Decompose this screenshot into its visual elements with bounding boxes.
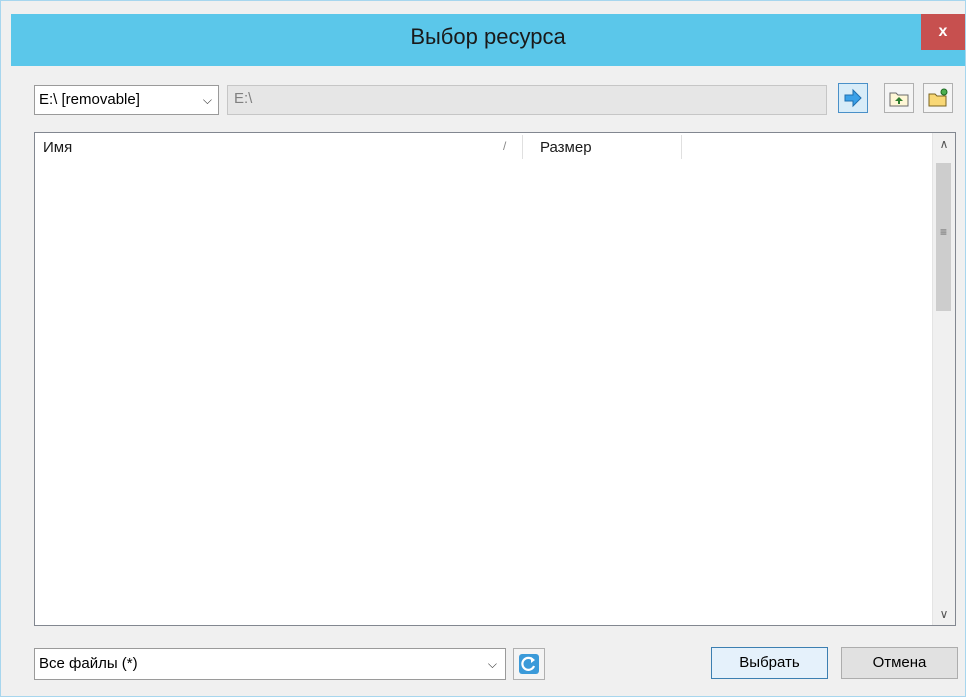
column-size-header[interactable]: Размер bbox=[540, 139, 592, 156]
path-input[interactable]: E:\ bbox=[227, 85, 827, 115]
filter-select-value: Все файлы (*) bbox=[39, 655, 138, 672]
sort-indicator-icon: / bbox=[503, 139, 507, 153]
select-button[interactable]: Выбрать bbox=[711, 647, 828, 679]
vertical-scrollbar[interactable]: ∧ ≡ ∨ bbox=[932, 133, 955, 625]
file-list-header: Имя / Размер bbox=[35, 133, 932, 162]
scroll-grip-icon: ≡ bbox=[939, 225, 947, 239]
title-bar[interactable]: Выбор ресурса x bbox=[11, 14, 965, 66]
new-folder-icon bbox=[928, 88, 948, 107]
refresh-icon bbox=[519, 654, 539, 674]
arrow-right-icon bbox=[844, 88, 862, 108]
close-button[interactable]: x bbox=[921, 14, 965, 50]
file-list-rows[interactable] bbox=[35, 161, 932, 625]
dialog-title: Выбор ресурса bbox=[410, 24, 566, 49]
cancel-button[interactable]: Отмена bbox=[841, 647, 958, 679]
drive-select-value: E:\ [removable] bbox=[39, 91, 140, 108]
scroll-down-icon[interactable]: ∨ bbox=[933, 603, 955, 625]
folder-up-button[interactable] bbox=[884, 83, 914, 113]
resource-picker-dialog: Выбор ресурса x E:\ [removable] ⌵ E:\ Им… bbox=[0, 0, 966, 697]
chevron-down-icon: ⌵ bbox=[487, 657, 497, 671]
chevron-down-icon: ⌵ bbox=[202, 93, 212, 107]
column-divider[interactable] bbox=[681, 135, 682, 159]
scroll-thumb[interactable]: ≡ bbox=[936, 163, 951, 311]
column-name-header[interactable]: Имя bbox=[43, 139, 72, 156]
scroll-up-icon[interactable]: ∧ bbox=[933, 133, 955, 155]
column-divider[interactable] bbox=[522, 135, 523, 159]
refresh-button[interactable] bbox=[513, 648, 545, 680]
file-type-filter-select[interactable]: Все файлы (*) ⌵ bbox=[34, 648, 506, 680]
new-folder-button[interactable] bbox=[923, 83, 953, 113]
drive-select[interactable]: E:\ [removable] ⌵ bbox=[34, 85, 219, 115]
folder-up-icon bbox=[889, 92, 909, 107]
file-list[interactable]: Имя / Размер ∧ ≡ ∨ bbox=[34, 132, 956, 626]
go-button[interactable] bbox=[838, 83, 868, 113]
